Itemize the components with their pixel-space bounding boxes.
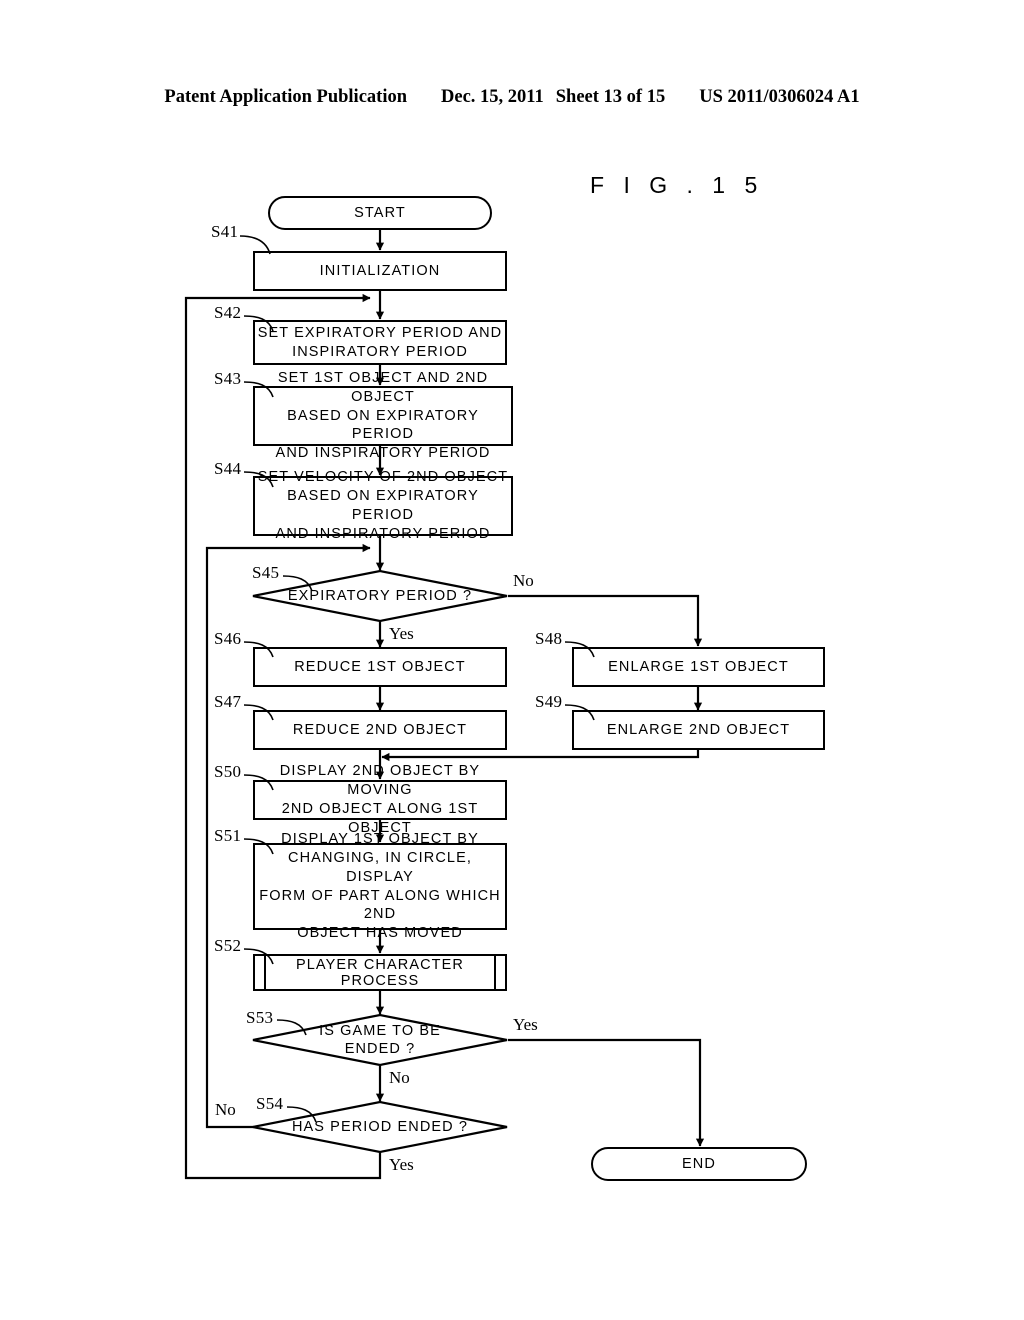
node-s48-label: ENLARGE 1ST OBJECT — [608, 658, 789, 675]
node-s49-enlarge-2nd[interactable]: ENLARGE 2ND OBJECT — [572, 710, 825, 750]
node-end-label: END — [682, 1155, 716, 1172]
step-tag-s47: S47 — [214, 692, 242, 711]
node-s41-label: INITIALIZATION — [319, 262, 441, 279]
leader-s44 — [243, 471, 274, 488]
node-end[interactable]: END — [591, 1147, 807, 1181]
step-tag-s48: S48 — [535, 629, 563, 648]
node-s44-set-velocity[interactable]: SET VELOCITY OF 2ND OBJECT BASED ON EXPI… — [253, 469, 513, 542]
node-s44-label: SET VELOCITY OF 2ND OBJECT BASED ON EXPI… — [257, 469, 509, 542]
node-s43-set-objects[interactable]: SET 1ST OBJECT AND 2ND OBJECT BASED ON E… — [253, 370, 513, 461]
node-s42-label: SET EXPIRATORY PERIOD AND INSPIRATORY PE… — [257, 324, 503, 360]
branch-label-s53-no: No — [389, 1068, 410, 1087]
flowchart-diagram: START INITIALIZATION S41 SET EXPIRATORY … — [0, 0, 1024, 1320]
leader-s53 — [276, 1019, 307, 1036]
node-s48-enlarge-1st[interactable]: ENLARGE 1ST OBJECT — [572, 647, 825, 687]
node-s41-initialization[interactable]: INITIALIZATION — [253, 251, 507, 291]
node-start-label: START — [354, 204, 406, 221]
leader-s46 — [243, 641, 274, 658]
leader-s47 — [243, 704, 274, 721]
leader-s54 — [286, 1106, 317, 1123]
branch-label-s54-no: No — [215, 1100, 236, 1119]
branch-label-s45-no: No — [513, 571, 534, 590]
node-s52-label: PLAYER CHARACTER PROCESS — [295, 956, 464, 989]
step-tag-s42: S42 — [214, 303, 242, 322]
node-start[interactable]: START — [268, 196, 492, 230]
leader-s42 — [243, 315, 274, 332]
leader-s43 — [243, 381, 274, 398]
branch-label-s54-yes: Yes — [389, 1155, 414, 1174]
step-tag-s53: S53 — [246, 1008, 274, 1027]
node-s51-label: DISPLAY 1ST OBJECT BY CHANGING, IN CIRCL… — [259, 830, 501, 942]
leader-s45 — [282, 575, 313, 592]
step-tag-s46: S46 — [214, 629, 242, 648]
node-s47-reduce-2nd[interactable]: REDUCE 2ND OBJECT — [253, 710, 507, 750]
node-s42-set-periods[interactable]: SET EXPIRATORY PERIOD AND INSPIRATORY PE… — [253, 320, 507, 365]
step-tag-s44: S44 — [214, 459, 242, 478]
step-tag-s45: S45 — [252, 563, 280, 582]
node-s47-label: REDUCE 2ND OBJECT — [292, 721, 468, 738]
leader-s52 — [243, 948, 274, 965]
node-s43-label: SET 1ST OBJECT AND 2ND OBJECT BASED ON E… — [275, 369, 491, 462]
node-s46-reduce-1st[interactable]: REDUCE 1ST OBJECT — [253, 647, 507, 687]
step-tag-s51: S51 — [214, 826, 242, 845]
node-s50-label: DISPLAY 2ND OBJECT BY MOVING 2ND OBJECT … — [279, 763, 481, 836]
step-tag-s43: S43 — [214, 369, 242, 388]
node-s50-display-2nd[interactable]: DISPLAY 2ND OBJECT BY MOVING 2ND OBJECT … — [253, 763, 507, 836]
leader-s48 — [564, 641, 595, 658]
node-s46-label: REDUCE 1ST OBJECT — [294, 658, 466, 675]
leader-s41 — [239, 235, 271, 255]
leader-s49 — [564, 704, 595, 721]
step-tag-s49: S49 — [535, 692, 563, 711]
step-tag-s50: S50 — [214, 762, 242, 781]
leader-s51 — [243, 838, 274, 855]
step-tag-s54: S54 — [256, 1094, 284, 1113]
node-s52-player-character-process[interactable]: PLAYER CHARACTER PROCESS — [253, 954, 507, 991]
leader-s50 — [243, 774, 274, 791]
branch-label-s53-yes: Yes — [513, 1015, 538, 1034]
node-s51-display-1st[interactable]: DISPLAY 1ST OBJECT BY CHANGING, IN CIRCL… — [253, 831, 507, 941]
node-s49-label: ENLARGE 2ND OBJECT — [606, 721, 791, 738]
step-tag-s41: S41 — [211, 222, 239, 241]
branch-label-s45-yes: Yes — [389, 624, 414, 643]
step-tag-s52: S52 — [214, 936, 242, 955]
flowchart-connectors — [184, 229, 705, 1180]
